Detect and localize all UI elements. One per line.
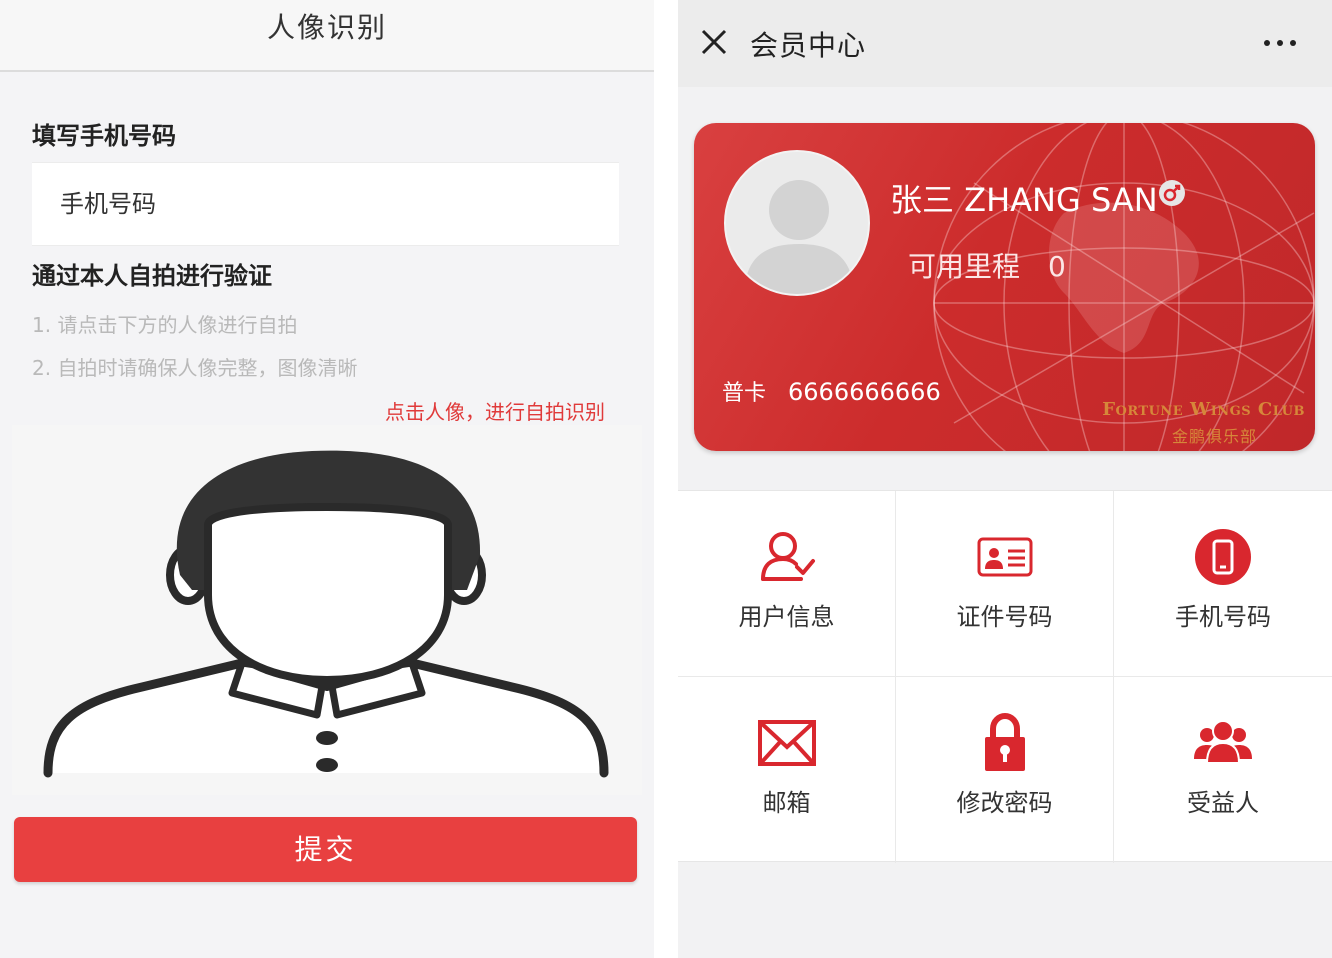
selfie-portrait-button[interactable]: [12, 425, 642, 795]
menu-email[interactable]: 邮箱: [678, 677, 896, 863]
club-logo-english: Fortune Wings Club: [1102, 399, 1305, 420]
page-title: 人像识别: [266, 11, 387, 44]
member-center-page: 会员中心 张三 ZHANG SAN 可用里程 0 普卡 6666666666 F…: [678, 0, 1332, 958]
more-icon[interactable]: [1262, 36, 1298, 50]
selfie-section-title: 通过本人自拍进行验证: [32, 262, 272, 290]
club-logo-chinese: 金鹏俱乐部: [1171, 427, 1257, 446]
miles-label: 可用里程: [908, 250, 1021, 283]
menu-user-info[interactable]: 用户信息: [678, 491, 896, 677]
phone-field-container: [32, 162, 619, 246]
menu-label: 手机号码: [1175, 603, 1271, 631]
left-nav-bar: 人像识别: [0, 0, 654, 72]
right-nav-bar: 会员中心: [678, 0, 1332, 87]
face-recognition-page: 人像识别 填写手机号码 通过本人自拍进行验证 1. 请点击下方的人像进行自拍 2…: [0, 0, 654, 958]
page-title: 会员中心: [750, 29, 867, 62]
member-name: 张三 ZHANG SAN: [890, 181, 1158, 219]
group-icon: [1194, 720, 1252, 764]
id-card-icon: [977, 537, 1033, 577]
hint-2: 2. 自拍时请确保人像完整，图像清晰: [32, 356, 358, 380]
menu-beneficiary[interactable]: 受益人: [1114, 677, 1332, 863]
menu-label: 受益人: [1187, 789, 1259, 817]
male-gender-icon: [1159, 180, 1185, 206]
membership-card[interactable]: 张三 ZHANG SAN 可用里程 0 普卡 6666666666 Fortune …: [694, 123, 1315, 451]
avatar[interactable]: [724, 150, 870, 296]
card-number-row: 普卡 6666666666: [722, 375, 941, 407]
menu-phone-number[interactable]: 手机号码: [1114, 491, 1332, 677]
card-number: 6666666666: [788, 378, 941, 406]
tap-tip: 点击人像，进行自拍识别: [385, 400, 605, 424]
menu-label: 用户信息: [738, 603, 835, 631]
hint-1: 1. 请点击下方的人像进行自拍: [32, 313, 298, 337]
envelope-icon: [758, 720, 816, 766]
member-menu-grid: 用户信息 证件号码 手机号码 邮箱 修改密码 受益人: [678, 490, 1332, 863]
default-avatar-icon: [744, 180, 854, 294]
mobile-phone-icon: [1195, 529, 1251, 585]
user-check-icon: [761, 532, 815, 581]
lock-icon: [985, 713, 1025, 771]
phone-input[interactable]: [32, 163, 619, 245]
menu-id-number[interactable]: 证件号码: [896, 491, 1114, 677]
close-icon[interactable]: [700, 28, 728, 56]
available-miles: 可用里程 0: [908, 245, 1066, 285]
menu-label: 证件号码: [956, 603, 1053, 631]
menu-change-password[interactable]: 修改密码: [896, 677, 1114, 863]
miles-value: 0: [1048, 250, 1066, 283]
phone-section-title: 填写手机号码: [32, 122, 176, 150]
submit-button[interactable]: 提交: [14, 817, 637, 882]
card-level: 普卡: [722, 381, 767, 406]
menu-label: 邮箱: [762, 789, 811, 817]
menu-label: 修改密码: [956, 789, 1053, 817]
portrait-illustration-icon: [43, 450, 609, 778]
